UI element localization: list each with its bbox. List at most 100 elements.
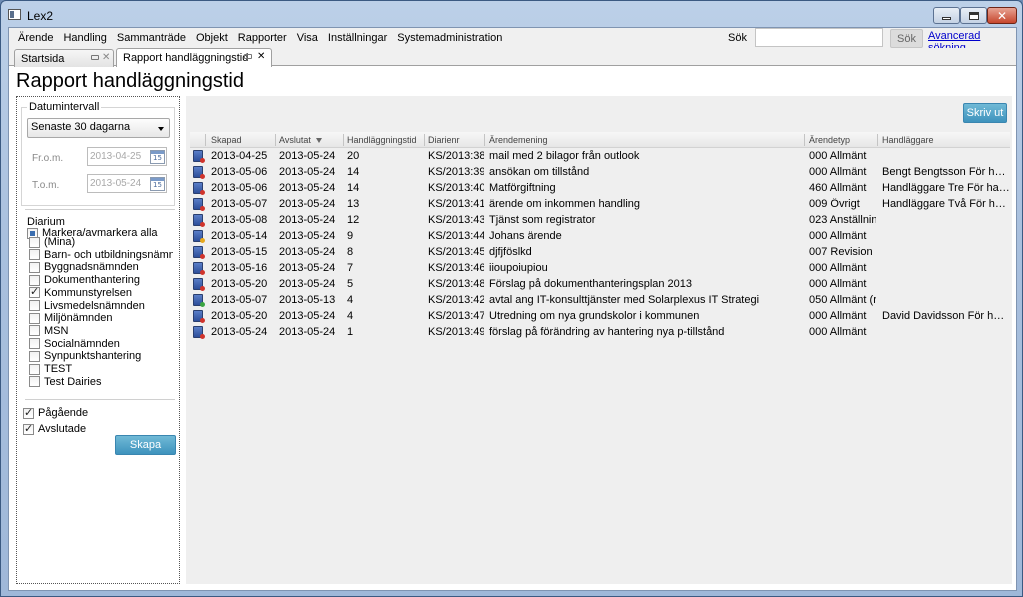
- table-row[interactable]: 2013-05-20 2013-05-24 4 KS/2013:47 Utredning…: [190, 308, 1010, 324]
- column-separator: [804, 134, 805, 146]
- tab-rapport-handlaggningstid[interactable]: Rapport handläggningstid ✕: [116, 48, 272, 67]
- table-row[interactable]: 2013-05-06 2013-05-24 14 KS/2013:39 ansökan …: [190, 164, 1010, 180]
- cell-mening: Johans ärende: [489, 230, 562, 242]
- cell-diarienr: KS/2013:44: [428, 230, 484, 242]
- chevron-down-icon: [158, 127, 164, 131]
- menu-item-rapporter[interactable]: Rapporter: [233, 29, 292, 47]
- diarium-checkbox[interactable]: Socialnämnden: [29, 338, 120, 350]
- from-date-field[interactable]: 2013-04-25 15: [87, 147, 167, 166]
- menu-item-sammantrade[interactable]: Sammanträde: [112, 29, 191, 47]
- menu-item-visa[interactable]: Visa: [292, 29, 323, 47]
- column-header-skapad[interactable]: Skapad: [211, 135, 242, 145]
- cell-skapad: 2013-05-20: [211, 310, 268, 322]
- closed-checkbox[interactable]: Avslutade: [23, 422, 86, 435]
- tab-pin-icon[interactable]: [91, 55, 99, 60]
- table-row[interactable]: 2013-05-07 2013-05-13 4 KS/2013:42 avtal ang…: [190, 292, 1010, 308]
- document-status-icon: [193, 150, 205, 163]
- checkbox-icon[interactable]: [29, 285, 40, 299]
- checkbox-icon[interactable]: [29, 325, 40, 337]
- checkbox-icon[interactable]: [29, 350, 40, 362]
- table-row[interactable]: 2013-05-15 2013-05-24 8 KS/2013:45 djfjföslk…: [190, 244, 1010, 260]
- menu-item-systemadministration[interactable]: Systemadministration: [392, 29, 507, 47]
- calendar-icon[interactable]: 15: [150, 150, 165, 164]
- table-row[interactable]: 2013-05-16 2013-05-24 7 KS/2013:46 iioupoiup…: [190, 260, 1010, 276]
- cell-skapad: 2013-05-16: [211, 262, 268, 274]
- diarium-checkbox[interactable]: TEST: [29, 363, 72, 375]
- cell-skapad: 2013-05-07: [211, 294, 268, 306]
- search-button[interactable]: Sök: [890, 29, 923, 48]
- checkbox-icon[interactable]: [29, 236, 40, 248]
- date-interval-select[interactable]: Senaste 30 dagarna: [27, 118, 170, 138]
- diarium-checkbox[interactable]: Byggnadsnämnden: [29, 261, 139, 273]
- to-date-field[interactable]: 2013-05-24 15: [87, 174, 167, 193]
- document-status-icon: [193, 198, 205, 211]
- column-header-avslutat[interactable]: Avslutat: [279, 135, 322, 145]
- table-row[interactable]: 2013-05-06 2013-05-24 14 KS/2013:40 Matförgi…: [190, 180, 1010, 196]
- table-row[interactable]: 2013-05-14 2013-05-24 9 KS/2013:44 Johans är…: [190, 228, 1010, 244]
- cell-typ: 007 Revision: [809, 246, 873, 258]
- diarium-checkbox[interactable]: Livsmedelsnämnden: [29, 300, 145, 312]
- checkbox-icon[interactable]: [29, 274, 40, 286]
- menu-item-handling[interactable]: Handling: [58, 29, 111, 47]
- cell-typ: 050 Allmänt (ram): [809, 294, 876, 306]
- ongoing-checkbox[interactable]: Pågående: [23, 406, 88, 419]
- menu-item-arende[interactable]: Ärende: [13, 29, 58, 47]
- diarium-checkbox[interactable]: (Mina): [29, 236, 75, 248]
- tab-close-icon[interactable]: ✕: [102, 52, 110, 63]
- menu-item-objekt[interactable]: Objekt: [191, 29, 233, 47]
- cell-skapad: 2013-05-20: [211, 278, 268, 290]
- checkbox-icon[interactable]: [29, 300, 40, 311]
- column-header-arendemening[interactable]: Ärendemening: [489, 135, 548, 145]
- document-status-icon: [193, 182, 205, 195]
- menu-item-installningar[interactable]: Inställningar: [323, 29, 392, 47]
- cell-diarienr: KS/2013:46: [428, 262, 484, 274]
- checkbox-icon[interactable]: [29, 312, 40, 324]
- table-row[interactable]: 2013-04-25 2013-05-24 20 KS/2013:38 mail med…: [190, 148, 1010, 164]
- tab-pin-icon[interactable]: [244, 54, 252, 59]
- checkbox-icon[interactable]: [23, 406, 34, 419]
- diarium-checkbox[interactable]: Test Dairies: [29, 376, 101, 388]
- maximize-button[interactable]: [960, 7, 987, 24]
- diarium-label: TEST: [44, 363, 73, 375]
- cell-diarienr: KS/2013:41: [428, 198, 484, 210]
- checkbox-icon[interactable]: [29, 338, 40, 350]
- diarium-checkbox[interactable]: Barn- och utbildningsnämnden: [29, 249, 173, 261]
- tab-label: Rapport handläggningstid: [123, 52, 249, 64]
- diarium-checkbox[interactable]: Miljönämnden: [29, 312, 112, 324]
- search-input[interactable]: [755, 28, 883, 47]
- tab-startsida[interactable]: Startsida ✕: [14, 49, 114, 67]
- calendar-icon[interactable]: 15: [150, 177, 165, 191]
- document-status-icon: [193, 310, 205, 323]
- print-button[interactable]: Skriv ut: [963, 103, 1007, 123]
- checkbox-icon[interactable]: [29, 376, 40, 388]
- column-header-handlaggningstid[interactable]: Handläggningstid: [347, 135, 422, 145]
- minimize-button[interactable]: [933, 7, 960, 24]
- diarium-checkbox[interactable]: Kommunstyrelsen: [29, 285, 132, 299]
- table-row[interactable]: 2013-05-08 2013-05-24 12 KS/2013:43 Tjänst s…: [190, 212, 1010, 228]
- cell-tid: 7: [347, 262, 354, 274]
- cell-avslutat: 2013-05-24: [279, 198, 336, 210]
- checkbox-icon[interactable]: [23, 422, 34, 435]
- column-header-arendetyp[interactable]: Ärendetyp: [809, 135, 850, 145]
- cell-tid: 13: [347, 198, 360, 210]
- table-row[interactable]: 2013-05-20 2013-05-24 5 KS/2013:48 Förslag p…: [190, 276, 1010, 292]
- cell-avslutat: 2013-05-24: [279, 150, 336, 162]
- diarium-checkbox[interactable]: Dokumenthantering: [29, 274, 140, 286]
- create-button[interactable]: Skapa: [115, 435, 176, 455]
- checkbox-icon[interactable]: [29, 363, 40, 375]
- column-header-diarienr[interactable]: Diarienr: [428, 135, 460, 145]
- diarium-checkbox[interactable]: Synpunktshantering: [29, 350, 141, 362]
- column-header-handlaggare[interactable]: Handläggare: [882, 135, 934, 145]
- cell-handlaggare: Bengt Bengtsson För handläggare: [882, 166, 1010, 178]
- title-bar[interactable]: Lex2 ✕: [1, 1, 1022, 27]
- document-status-icon: [193, 326, 205, 339]
- tab-strip: Startsida ✕ Rapport handläggningstid ✕: [9, 48, 1016, 67]
- tab-close-icon[interactable]: ✕: [257, 51, 265, 62]
- close-window-button[interactable]: ✕: [987, 7, 1017, 24]
- diarium-checkbox[interactable]: MSN: [29, 325, 68, 337]
- checkbox-icon[interactable]: [29, 261, 40, 273]
- table-row[interactable]: 2013-05-07 2013-05-24 13 KS/2013:41 ärende o…: [190, 196, 1010, 212]
- table-row[interactable]: 2013-05-24 2013-05-24 1 KS/2013:49 förslag p…: [190, 324, 1010, 340]
- diarium-label: Test Dairies: [44, 375, 102, 388]
- checkbox-icon[interactable]: [29, 249, 40, 261]
